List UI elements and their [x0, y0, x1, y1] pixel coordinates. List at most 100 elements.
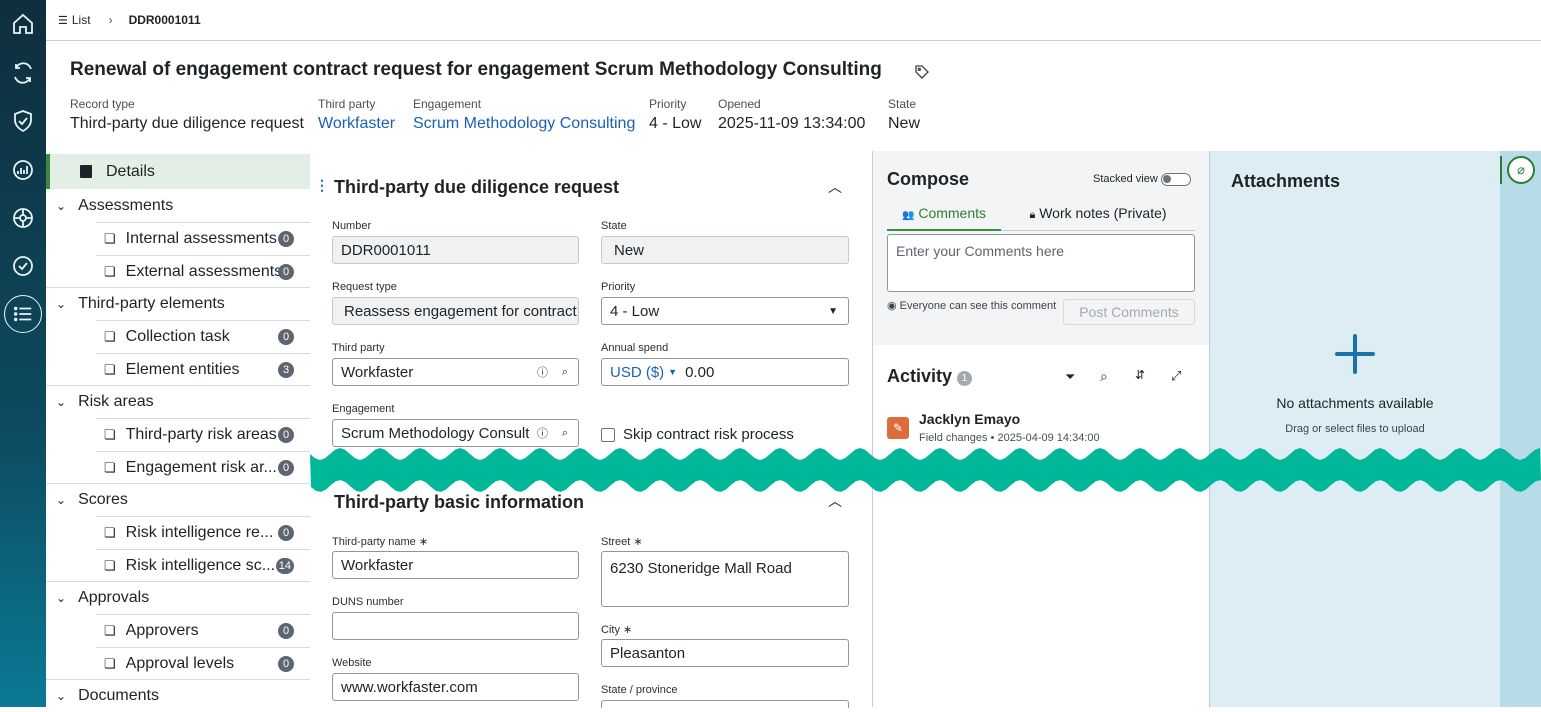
annual-spend-label: Annual spend: [601, 342, 669, 354]
lock-icon: 🔒︎: [1029, 209, 1036, 221]
info-icon[interactable]: ⓘ: [537, 364, 548, 380]
record-type-value: Third-party due diligence request: [70, 115, 304, 132]
city-field[interactable]: Pleasanton: [601, 639, 849, 667]
nav-group-third-party-elements[interactable]: ⌄ Third-party elements: [46, 287, 310, 320]
record-navigation: Details ⌄ Assessments ❏ Internal assessmen…: [46, 154, 310, 707]
caret-down-icon: ▼: [668, 367, 678, 377]
nav-item-external-assessments[interactable]: ❏ External assessments 0: [96, 255, 310, 288]
post-comments-button[interactable]: Post Comments: [1063, 299, 1195, 325]
shield-check-icon[interactable]: [8, 106, 38, 136]
nav-group-risk-areas[interactable]: ⌄ Risk areas: [46, 385, 310, 418]
activity-panel: Activity 1 ⏷ ⌕ ⇵ ⤢ ✎ Jacklyn Emayo Field…: [872, 345, 1209, 707]
priority-label: Priority: [649, 97, 687, 111]
record-form: ⋮ Third-party due diligence request ︿ Nu…: [310, 151, 872, 708]
annual-spend-field[interactable]: USD ($) ▼ 0.00: [601, 358, 849, 386]
search-icon[interactable]: ⌕: [1100, 368, 1108, 385]
nav-group-scores[interactable]: ⌄ Scores: [46, 483, 310, 516]
activity-title: Activity: [887, 366, 953, 386]
website-label: Website: [332, 657, 372, 669]
duns-field[interactable]: [332, 612, 579, 640]
comment-textarea[interactable]: Enter your Comments here: [887, 234, 1195, 292]
third-party-field[interactable]: Workfaster ⓘ ⌕: [332, 358, 579, 386]
website-field[interactable]: www.workfaster.com: [332, 673, 579, 701]
check-circle-icon[interactable]: [8, 251, 38, 281]
engagement-label: Engagement: [413, 97, 482, 111]
nav-item-engagement-risk-areas[interactable]: ❏ Engagement risk ar... 0: [96, 451, 310, 484]
tab-work-notes[interactable]: 🔒︎ Work notes (Private): [1001, 205, 1195, 231]
page-icon: ❏: [104, 656, 116, 671]
page-icon: ❏: [104, 525, 116, 540]
attachment-icon[interactable]: ⌀: [1507, 156, 1535, 184]
tag-icon[interactable]: [914, 64, 930, 85]
nav-group-approvals[interactable]: ⌄ Approvals: [46, 581, 310, 614]
nav-item-internal-assessments[interactable]: ❏ Internal assessments 0: [96, 222, 310, 255]
count-badge: 3: [278, 362, 294, 378]
search-icon[interactable]: ⌕: [562, 366, 568, 379]
nav-item-element-entities[interactable]: ❏ Element entities 3: [96, 353, 310, 386]
tp-name-field[interactable]: Workfaster: [332, 551, 579, 579]
crop-wave-overlay: [310, 448, 1541, 492]
caret-down-icon: ▼: [828, 305, 838, 317]
currency-select[interactable]: USD ($): [610, 364, 664, 381]
chevron-down-icon: ⌄: [56, 297, 67, 311]
page-icon: ❏: [104, 231, 116, 246]
page-icon: ❏: [104, 460, 116, 475]
city-label: City ∗: [601, 624, 633, 636]
tab-comments[interactable]: 👥 Comments: [887, 205, 1001, 231]
breadcrumb-record: DDR0001011: [128, 13, 201, 27]
palette-icon[interactable]: [8, 203, 38, 233]
required-icon: ∗: [623, 624, 633, 636]
request-type-label: Request type: [332, 281, 397, 293]
stacked-view-toggle[interactable]: [1161, 173, 1191, 186]
activity-avatar: ✎: [887, 417, 909, 439]
people-icon: 👥: [901, 210, 915, 221]
engagement-link[interactable]: Scrum Methodology Consulting: [413, 115, 635, 133]
number-field: DDR0001011: [332, 236, 579, 264]
state-label: State: [888, 97, 917, 111]
refresh-icon[interactable]: [8, 58, 38, 88]
nav-item-collection-task[interactable]: ❏ Collection task 0: [96, 320, 310, 353]
section-title-due-diligence: Third-party due diligence request: [334, 177, 620, 197]
breadcrumb-list-link[interactable]: ☰ List: [58, 13, 91, 27]
chevron-up-icon[interactable]: ︿: [828, 177, 842, 197]
nav-item-third-party-risk-areas[interactable]: ❏ Third-party risk areas 0: [96, 418, 310, 451]
drag-handle-icon[interactable]: ⋮: [315, 177, 329, 194]
analytics-icon[interactable]: [8, 155, 38, 185]
info-icon[interactable]: ⓘ: [537, 425, 548, 441]
nav-group-documents[interactable]: ⌄ Documents: [46, 679, 310, 712]
expand-icon[interactable]: ⤢: [1171, 368, 1181, 384]
sort-icon[interactable]: ⇵: [1135, 368, 1145, 382]
filter-icon[interactable]: ⏷: [1065, 369, 1075, 385]
toggle-knob: [1163, 175, 1171, 183]
breadcrumb: ☰ List › DDR0001011: [46, 0, 1541, 41]
activity-author[interactable]: Jacklyn Emayo: [919, 411, 1020, 427]
nav-item-approvers[interactable]: ❏ Approvers 0: [96, 614, 310, 647]
chevron-down-icon: ⌄: [56, 591, 67, 605]
nav-item-approval-levels[interactable]: ❏ Approval levels 0: [96, 647, 310, 680]
chevron-down-icon: ⌄: [56, 198, 67, 213]
activity-count-badge: 1: [957, 371, 972, 386]
add-attachment-icon[interactable]: [1334, 333, 1376, 375]
nav-details[interactable]: Details: [46, 154, 310, 189]
home-icon[interactable]: [8, 9, 38, 39]
nav-group-assessments[interactable]: ⌄ Assessments: [46, 189, 310, 222]
search-icon[interactable]: ⌕: [562, 427, 568, 440]
nav-item-risk-intelligence-reports[interactable]: ❏ Risk intelligence re... 0: [96, 516, 310, 549]
street-label: Street ∗: [601, 536, 643, 548]
nav-item-risk-intelligence-scores[interactable]: ❏ Risk intelligence sc... 14: [96, 549, 310, 582]
record-header: Renewal of engagement contract request f…: [46, 41, 1541, 151]
third-party-link[interactable]: Workfaster: [318, 115, 395, 133]
priority-select[interactable]: 4 - Low ▼: [601, 297, 849, 325]
page-icon: ❏: [104, 558, 116, 573]
upload-hint: Drag or select files to upload: [1285, 423, 1425, 435]
state-field: New: [601, 236, 849, 264]
list-icon[interactable]: [4, 295, 42, 333]
app-rail: [0, 0, 46, 707]
count-badge: 0: [278, 264, 294, 280]
number-label: Number: [332, 220, 372, 232]
compose-panel: Compose Stacked view 👥 Comments 🔒︎ Work …: [872, 151, 1209, 345]
street-field[interactable]: 6230 Stoneridge Mall Road: [601, 551, 849, 607]
chevron-right-icon: ›: [108, 13, 113, 27]
chevron-down-icon: ⌄: [56, 689, 67, 703]
count-badge: 0: [278, 656, 294, 672]
